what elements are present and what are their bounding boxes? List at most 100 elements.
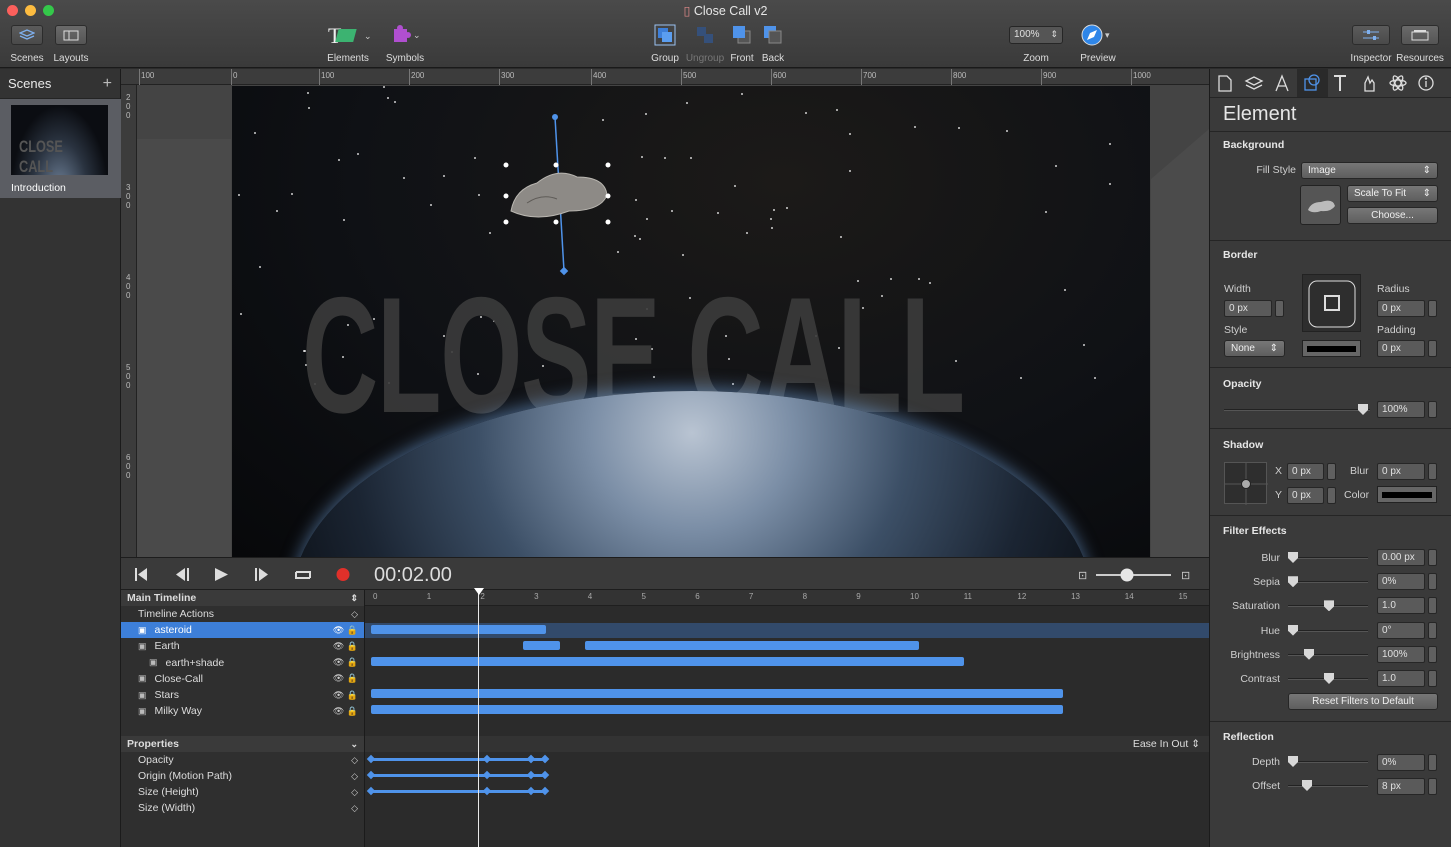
filter-slider-knob[interactable] bbox=[1288, 624, 1298, 636]
timeline-layer-row[interactable]: ▣ asteroid 👁 🔒 bbox=[121, 622, 364, 639]
shadow-offset-pad[interactable] bbox=[1224, 462, 1268, 505]
filter-slider-knob[interactable] bbox=[1304, 648, 1314, 660]
info-tab-icon[interactable] bbox=[1418, 75, 1434, 91]
keyframe[interactable] bbox=[540, 754, 550, 764]
reflection-depth-slider[interactable] bbox=[1288, 761, 1368, 763]
go-to-start-icon[interactable] bbox=[135, 568, 147, 581]
background-image-well[interactable] bbox=[1300, 185, 1341, 225]
properties-header[interactable]: Properties ⌄ bbox=[121, 736, 364, 752]
ungroup-toolbar-button[interactable]: Ungroup bbox=[684, 4, 726, 64]
shadow-y-stepper[interactable] bbox=[1327, 487, 1336, 504]
filter-slider[interactable] bbox=[1288, 653, 1368, 656]
visibility-lock-icons[interactable]: 👁 🔒 bbox=[333, 706, 358, 717]
keyframe[interactable] bbox=[366, 770, 376, 780]
reflection-offset-knob[interactable] bbox=[1302, 780, 1312, 791]
layers-tab-icon[interactable] bbox=[1244, 76, 1264, 90]
keyframe[interactable] bbox=[540, 786, 550, 796]
border-width-field[interactable]: 0 px bbox=[1224, 300, 1272, 317]
add-keyframe-icon[interactable]: ◇ bbox=[351, 771, 358, 782]
visibility-lock-icons[interactable]: 👁 🔒 bbox=[333, 690, 358, 701]
keyframe[interactable] bbox=[540, 770, 550, 780]
choose-image-button[interactable]: Choose... bbox=[1347, 207, 1438, 224]
shadow-x-stepper[interactable] bbox=[1327, 463, 1336, 480]
opacity-slider-knob[interactable] bbox=[1358, 404, 1368, 415]
filter-slider-knob[interactable] bbox=[1324, 600, 1334, 612]
filter-slider-knob[interactable] bbox=[1324, 673, 1334, 684]
opacity-field[interactable]: 100% bbox=[1377, 401, 1425, 418]
resources-toolbar-button[interactable]: Resources bbox=[1396, 4, 1444, 64]
padding-stepper[interactable] bbox=[1428, 340, 1437, 357]
opacity-stepper[interactable] bbox=[1428, 401, 1437, 418]
filter-stepper[interactable] bbox=[1428, 597, 1437, 615]
reflection-depth-knob[interactable] bbox=[1288, 756, 1298, 767]
atom-tab-icon[interactable] bbox=[1389, 75, 1407, 92]
scenes-toolbar-button[interactable]: Scenes bbox=[8, 4, 46, 64]
visibility-lock-icons[interactable]: 👁 🔒 bbox=[333, 657, 358, 668]
keyframe[interactable] bbox=[366, 786, 376, 796]
keyframe[interactable] bbox=[482, 754, 492, 764]
keyframe[interactable] bbox=[482, 786, 492, 796]
border-width-stepper[interactable] bbox=[1275, 300, 1284, 317]
visibility-lock-icons[interactable]: 👁 🔒 bbox=[333, 641, 358, 652]
keyframe[interactable] bbox=[482, 770, 492, 780]
filter-value-field[interactable]: 0% bbox=[1377, 573, 1425, 591]
filter-value-field[interactable]: 0.00 px bbox=[1377, 549, 1425, 566]
filter-stepper[interactable] bbox=[1428, 621, 1437, 639]
filter-slider-knob[interactable] bbox=[1288, 576, 1298, 588]
document-tab-icon[interactable] bbox=[1218, 75, 1232, 92]
border-radius-stepper[interactable] bbox=[1428, 300, 1437, 317]
easing-selector[interactable]: Ease In Out ⇕ bbox=[1133, 738, 1200, 750]
property-row[interactable]: Origin (Motion Path) ◇ bbox=[121, 768, 364, 784]
keyframe[interactable] bbox=[366, 754, 376, 764]
filter-value-field[interactable]: 1.0 bbox=[1377, 597, 1425, 615]
group-toolbar-button[interactable]: Group bbox=[648, 4, 682, 64]
preview-toolbar-button[interactable]: ▾ Preview bbox=[1078, 4, 1118, 64]
filter-slider-knob[interactable] bbox=[1288, 552, 1298, 563]
timeline-bar[interactable] bbox=[371, 705, 1063, 714]
filter-stepper[interactable] bbox=[1428, 573, 1437, 591]
filter-value-field[interactable]: 1.0 bbox=[1377, 670, 1425, 687]
hand-tab-icon[interactable] bbox=[1364, 75, 1375, 92]
asteroid-selection[interactable] bbox=[497, 111, 617, 281]
front-toolbar-button[interactable]: Front bbox=[728, 4, 756, 64]
timeline-zoom-slider[interactable]: ⊡ ⊡ bbox=[1076, 566, 1196, 584]
filter-stepper[interactable] bbox=[1428, 645, 1437, 663]
shadow-blur-field[interactable]: 0 px bbox=[1377, 463, 1425, 480]
add-keyframe-icon[interactable]: ◇ bbox=[351, 609, 358, 620]
playhead[interactable] bbox=[478, 590, 479, 847]
filter-value-field[interactable]: 100% bbox=[1377, 645, 1425, 663]
inspector-toolbar-button[interactable]: Inspector bbox=[1350, 4, 1392, 64]
timeline-layer-row[interactable]: ▣ Close-Call 👁 🔒 bbox=[121, 671, 364, 687]
reflection-offset-slider[interactable] bbox=[1288, 785, 1368, 787]
step-forward-icon[interactable] bbox=[255, 568, 268, 581]
timeline-bar[interactable] bbox=[371, 625, 546, 634]
play-icon[interactable] bbox=[215, 568, 228, 581]
scene-stage[interactable]: CLOSE CALL bbox=[232, 86, 1150, 557]
timeline-layer-row[interactable]: ▣ Milky Way 👁 🔒 bbox=[121, 703, 364, 719]
symbols-toolbar-button[interactable]: ⌄ Symbols bbox=[385, 4, 425, 64]
playhead-handle[interactable] bbox=[474, 588, 484, 595]
property-row[interactable]: Size (Width) ◇ bbox=[121, 800, 364, 816]
step-back-icon[interactable] bbox=[176, 568, 189, 581]
timeline-layer-row[interactable]: Timeline Actions ◇ bbox=[121, 606, 364, 622]
timeline-bar[interactable] bbox=[371, 657, 964, 666]
timeline-bar[interactable] bbox=[523, 641, 560, 650]
shadow-blur-stepper[interactable] bbox=[1428, 463, 1437, 480]
shadow-y-field[interactable]: 0 px bbox=[1287, 487, 1324, 504]
loop-icon[interactable] bbox=[295, 571, 311, 579]
property-row[interactable]: Opacity ◇ bbox=[121, 752, 364, 768]
filter-value-field[interactable]: 0° bbox=[1377, 621, 1425, 639]
timeline-layer-row[interactable]: ▣ earth+shade 👁 🔒 bbox=[121, 655, 364, 671]
add-scene-button[interactable]: + bbox=[103, 75, 112, 93]
scale-mode-popup[interactable]: Scale To Fit ⇕ bbox=[1347, 185, 1438, 202]
reflection-offset-stepper[interactable] bbox=[1428, 778, 1437, 795]
reflection-depth-field[interactable]: 0% bbox=[1377, 754, 1425, 771]
add-keyframe-icon[interactable]: ◇ bbox=[351, 803, 358, 814]
opacity-slider[interactable] bbox=[1224, 409, 1370, 411]
zoom-control[interactable]: 100% ⇕ Zoom bbox=[1008, 4, 1064, 64]
record-button[interactable] bbox=[336, 568, 350, 581]
timeline-bar[interactable] bbox=[371, 689, 1063, 698]
typography-tab-icon[interactable] bbox=[1275, 74, 1289, 92]
property-row[interactable]: Size (Height) ◇ bbox=[121, 784, 364, 800]
keyframe[interactable] bbox=[526, 786, 536, 796]
